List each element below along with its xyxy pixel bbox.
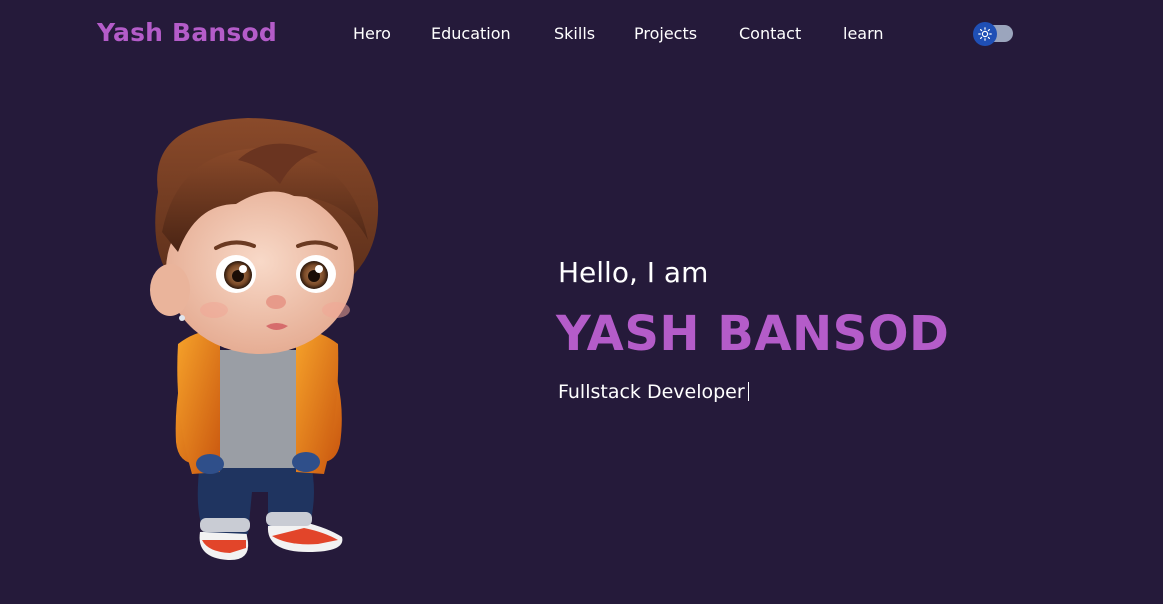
brand-logo[interactable]: Yash Bansod xyxy=(97,18,277,47)
top-navbar: Yash Bansod Hero Education Skills Projec… xyxy=(0,0,1163,68)
nav-link-contact[interactable]: Contact xyxy=(739,24,801,43)
typing-cursor xyxy=(747,382,749,401)
hero-role-line: Fullstack Developer xyxy=(558,381,749,403)
sun-icon xyxy=(978,27,992,41)
nav-link-learn[interactable]: learn xyxy=(843,24,884,43)
theme-toggle-switch[interactable] xyxy=(973,22,1013,46)
nav-link-education[interactable]: Education xyxy=(431,24,511,43)
portfolio-page: Yash Bansod Hero Education Skills Projec… xyxy=(0,0,1163,604)
hero-role: Fullstack Developer xyxy=(558,381,745,403)
toggle-knob xyxy=(973,22,997,46)
hero-name: YASH BANSOD xyxy=(556,306,950,362)
hero-greeting: Hello, I am xyxy=(558,256,709,289)
nav-link-projects[interactable]: Projects xyxy=(634,24,697,43)
cartoon-boy-avatar xyxy=(150,118,379,561)
nav-link-skills[interactable]: Skills xyxy=(554,24,595,43)
nav-link-hero[interactable]: Hero xyxy=(353,24,391,43)
